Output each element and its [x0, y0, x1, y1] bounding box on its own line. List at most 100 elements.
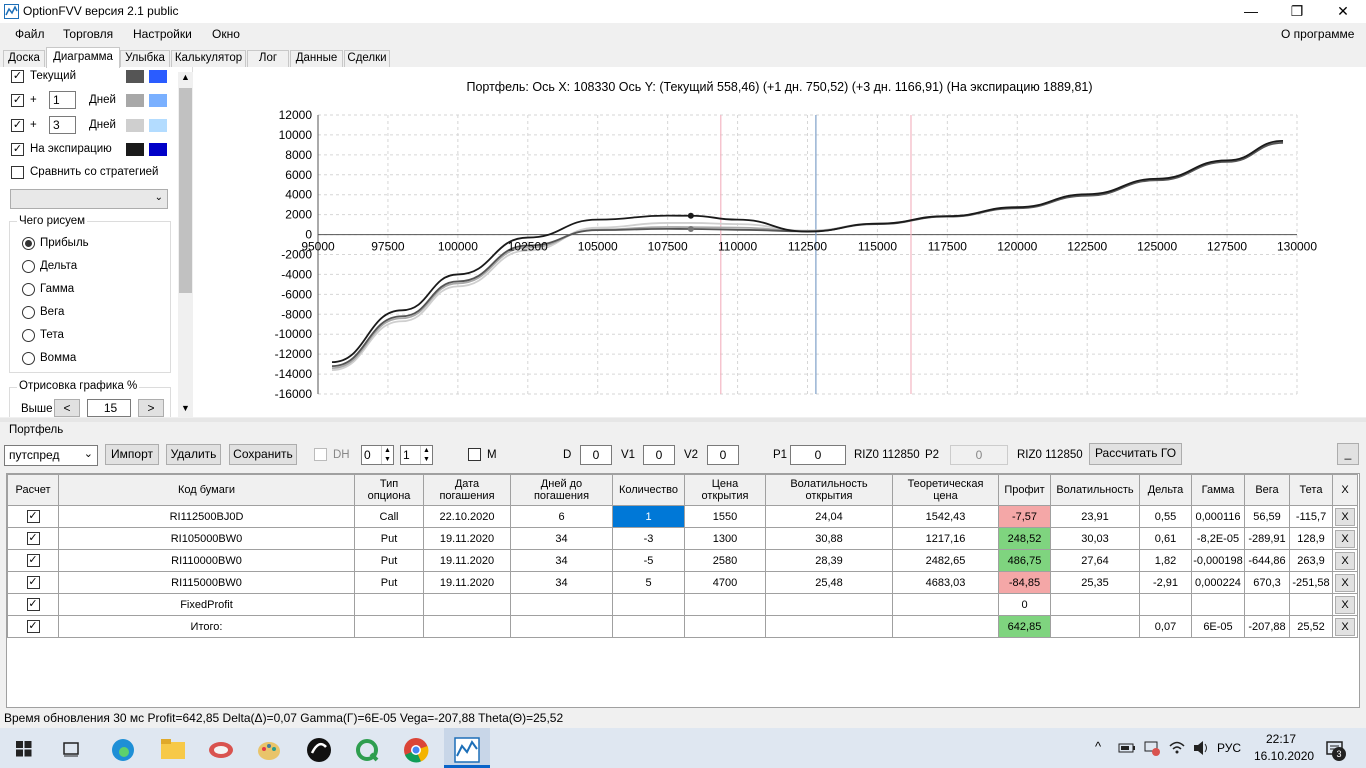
table-cell[interactable]: -8,2E-05 [1191, 527, 1245, 550]
table-cell[interactable]: -7,57 [998, 505, 1051, 528]
radio-profit[interactable] [22, 237, 35, 250]
scroll-down-icon[interactable]: ▼ [181, 403, 190, 413]
table-cell[interactable] [510, 593, 613, 616]
chrome-icon[interactable] [403, 737, 429, 763]
clock-date[interactable]: 16.10.2020 [1254, 749, 1314, 763]
table-cell[interactable] [612, 593, 685, 616]
table-cell[interactable]: 19.11.2020 [423, 571, 511, 594]
table-row[interactable]: ✓ RI115000BW0 Put 19.11.2020 34 5 4700 25,48 468… [7, 571, 1358, 594]
day3-color-gray[interactable] [126, 119, 144, 132]
above-input[interactable]: 15 [87, 399, 131, 417]
optionfvv-task-icon[interactable] [454, 737, 480, 763]
table-cell[interactable]: 19.11.2020 [423, 527, 511, 550]
tab-log[interactable]: Лог [247, 50, 289, 67]
table-cell[interactable]: RI112500BJ0D [58, 505, 355, 528]
battery-icon[interactable] [1118, 741, 1136, 755]
table-cell[interactable]: 0,55 [1139, 505, 1192, 528]
table-cell[interactable] [892, 615, 999, 638]
table-cell[interactable]: -3 [612, 527, 685, 550]
expiry-color-blue[interactable] [149, 143, 167, 156]
table-cell[interactable]: 1 [612, 505, 685, 528]
app-shortcut-icon-1[interactable] [208, 737, 234, 763]
column-header[interactable]: Гамма [1191, 474, 1245, 506]
column-header[interactable]: Волатильность [1050, 474, 1140, 506]
table-cell[interactable]: 25,35 [1050, 571, 1140, 594]
day1-color-blue[interactable] [149, 94, 167, 107]
calc-checkbox[interactable]: ✓ [26, 510, 40, 523]
remove-row-button[interactable]: X [1335, 617, 1355, 636]
expiry-color-black[interactable] [126, 143, 144, 156]
menu-settings[interactable]: Настройки [133, 27, 192, 41]
column-header[interactable]: Дата погашения [423, 474, 511, 506]
table-cell[interactable] [1244, 593, 1290, 616]
menu-trading[interactable]: Торговля [63, 27, 113, 41]
table-cell[interactable]: 263,9 [1289, 549, 1333, 572]
v2-input[interactable]: 0 [707, 445, 739, 465]
table-cell[interactable] [612, 615, 685, 638]
table-cell[interactable] [892, 593, 999, 616]
calc-checkbox-cell[interactable]: ✓ [7, 527, 59, 550]
table-cell[interactable]: 0,07 [1139, 615, 1192, 638]
column-header[interactable]: X [1332, 474, 1358, 506]
table-cell[interactable] [1139, 593, 1192, 616]
table-row[interactable]: ✓ RI110000BW0 Put 19.11.2020 34 -5 2580 28,39 24… [7, 549, 1358, 572]
table-cell[interactable]: 1,82 [1139, 549, 1192, 572]
table-cell[interactable]: 27,64 [1050, 549, 1140, 572]
dh-checkbox[interactable] [314, 448, 327, 461]
calc-checkbox[interactable]: ✓ [26, 598, 40, 611]
day3-checkbox[interactable]: ✓ [11, 119, 24, 132]
table-cell[interactable]: 34 [510, 549, 613, 572]
table-cell[interactable]: Put [354, 527, 424, 550]
calc-checkbox-cell[interactable]: ✓ [7, 593, 59, 616]
task-view-icon[interactable] [62, 740, 80, 758]
table-cell[interactable]: RI110000BW0 [58, 549, 355, 572]
table-cell[interactable]: RI105000BW0 [58, 527, 355, 550]
scroll-up-icon[interactable]: ▲ [181, 72, 190, 82]
remove-row-button[interactable]: X [1335, 507, 1355, 526]
table-cell[interactable]: -115,7 [1289, 505, 1333, 528]
spin1-arrows-icon[interactable]: ▲ ▼ [381, 446, 393, 464]
splitter[interactable] [0, 418, 1366, 422]
m-checkbox[interactable] [468, 448, 481, 461]
table-cell[interactable]: 1300 [684, 527, 766, 550]
table-cell[interactable]: 128,9 [1289, 527, 1333, 550]
table-cell[interactable]: 642,85 [998, 615, 1051, 638]
table-cell[interactable] [765, 615, 893, 638]
table-cell[interactable]: 23,91 [1050, 505, 1140, 528]
table-cell[interactable]: 24,04 [765, 505, 893, 528]
language-indicator[interactable]: РУС [1217, 741, 1241, 755]
table-cell[interactable] [1050, 593, 1140, 616]
table-cell[interactable]: 2482,65 [892, 549, 999, 572]
table-cell[interactable]: 248,52 [998, 527, 1051, 550]
radio-gamma[interactable] [22, 283, 35, 296]
tab-diagram[interactable]: Диаграмма [46, 47, 120, 68]
day3-input[interactable]: 3 [49, 116, 76, 134]
calc-checkbox-cell[interactable]: ✓ [7, 571, 59, 594]
strategy-compare-select[interactable]: ⌄ [10, 189, 168, 209]
table-cell[interactable]: 1542,43 [892, 505, 999, 528]
table-cell[interactable]: -2,91 [1139, 571, 1192, 594]
table-cell[interactable]: 19.11.2020 [423, 549, 511, 572]
scroll-thumb[interactable] [179, 88, 192, 293]
paint-icon[interactable] [256, 737, 282, 763]
column-header[interactable]: Профит [998, 474, 1051, 506]
remove-row-button[interactable]: X [1335, 595, 1355, 614]
table-cell[interactable] [354, 615, 424, 638]
current-color-gray[interactable] [126, 70, 144, 83]
tab-smile[interactable]: Улыбка [120, 50, 170, 67]
table-cell[interactable] [1191, 593, 1245, 616]
app-shortcut-icon-2[interactable] [306, 737, 332, 763]
remove-cell[interactable]: X [1332, 527, 1358, 550]
column-header[interactable]: Цена открытия [684, 474, 766, 506]
remove-cell[interactable]: X [1332, 615, 1358, 638]
edge-icon[interactable] [110, 737, 136, 763]
table-cell[interactable]: Put [354, 549, 424, 572]
table-cell[interactable] [684, 593, 766, 616]
table-cell[interactable] [765, 593, 893, 616]
calc-checkbox-cell[interactable]: ✓ [7, 505, 59, 528]
spin2-arrows-icon[interactable]: ▲ ▼ [420, 446, 432, 464]
import-button[interactable]: Импорт [105, 444, 159, 465]
table-cell[interactable]: -251,58 [1289, 571, 1333, 594]
table-cell[interactable]: 4683,03 [892, 571, 999, 594]
maximize-icon[interactable]: ❐ [1274, 0, 1320, 23]
